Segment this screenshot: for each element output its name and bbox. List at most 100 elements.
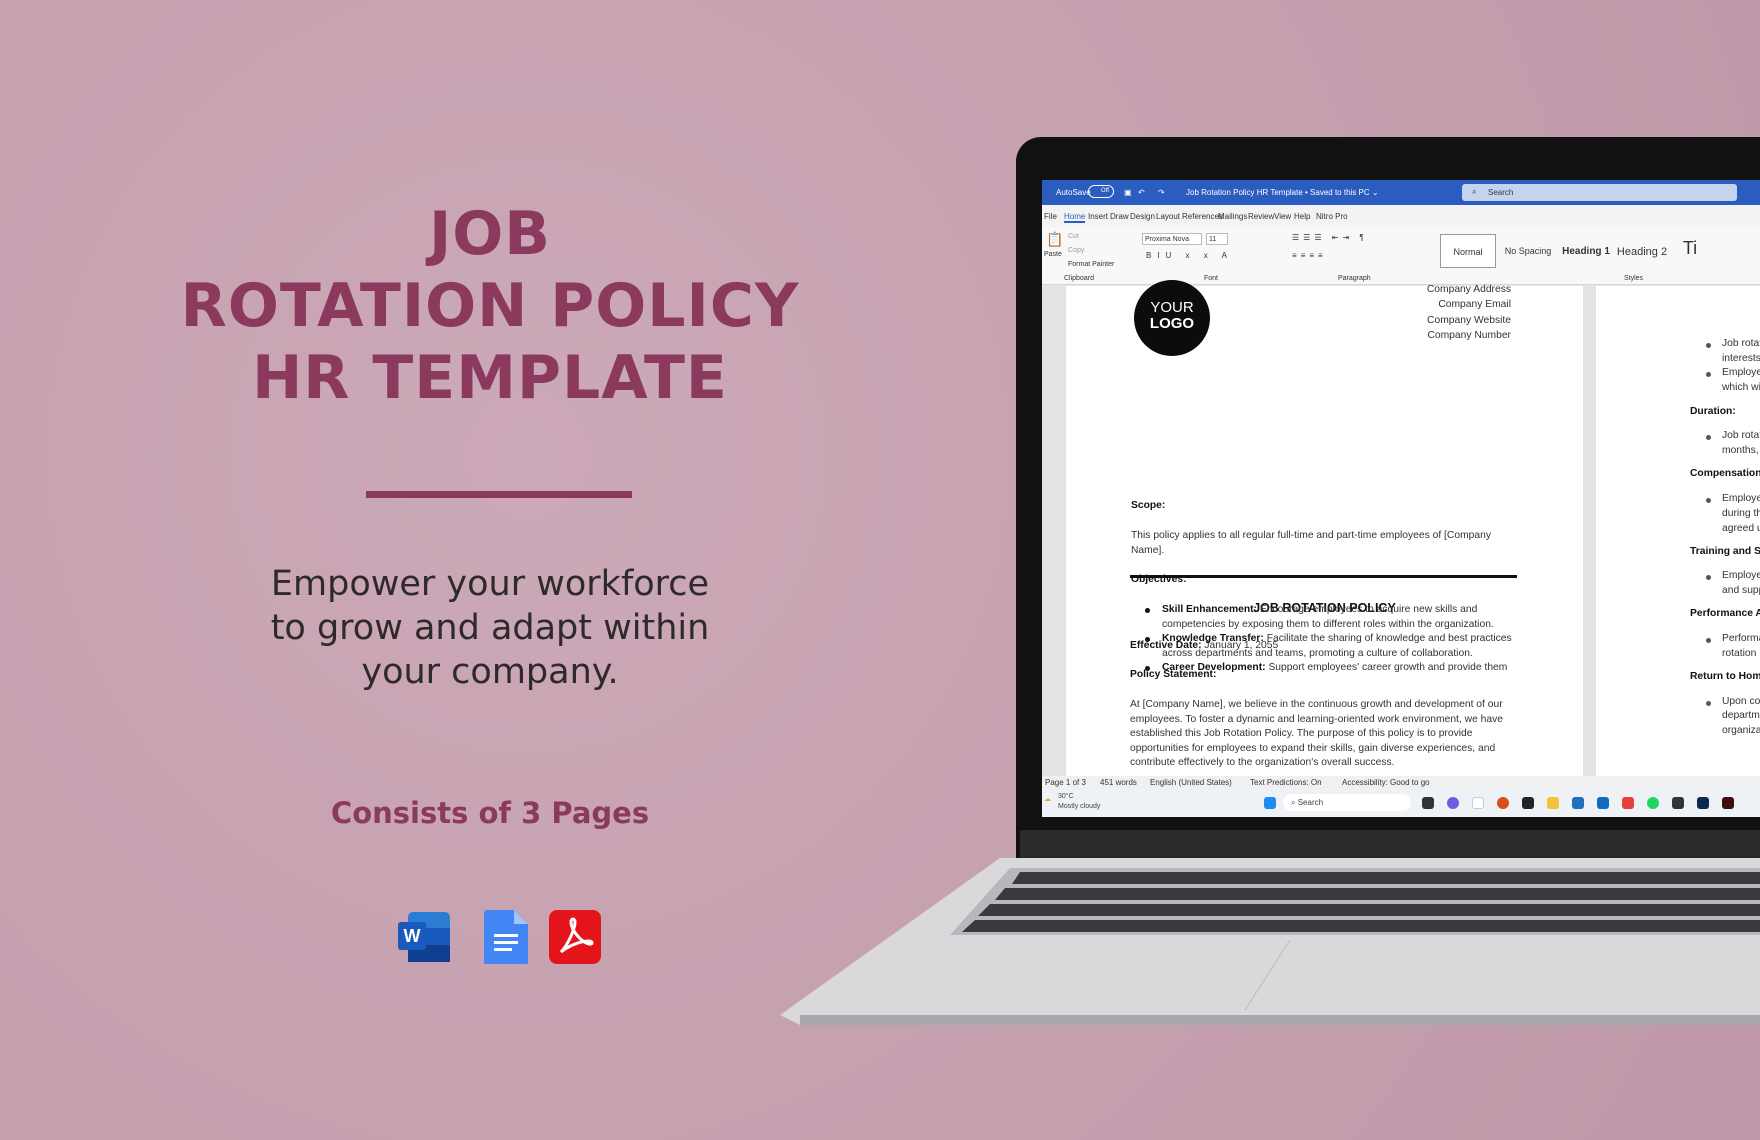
list-item-text: departm <box>1722 710 1760 722</box>
start-icon[interactable] <box>1264 797 1276 809</box>
spotify-icon[interactable] <box>1647 797 1659 809</box>
tab-layout[interactable]: Layout <box>1156 212 1180 221</box>
logo-text: LOGO <box>1149 315 1195 332</box>
font-name-select[interactable]: Proxima Nova <box>1142 233 1202 245</box>
notepad-icon[interactable] <box>1472 797 1484 809</box>
browser-icon[interactable] <box>1497 797 1509 809</box>
search-placeholder: Search <box>1488 188 1514 197</box>
accessibility-status[interactable]: Accessibility: Good to go <box>1342 778 1430 787</box>
laptop-hinge <box>1020 830 1760 860</box>
illustrator-icon[interactable] <box>1722 797 1734 809</box>
search-input[interactable]: ⌕ Search <box>1462 184 1737 201</box>
bullet-icon <box>1706 343 1711 348</box>
font-size-select[interactable]: 11 <box>1206 233 1228 245</box>
teams-icon[interactable] <box>1447 797 1459 809</box>
windows-taskbar: ☁ 30°C Mostly cloudy ⌕ Search <box>1042 789 1760 817</box>
tab-mailings[interactable]: Mailings <box>1218 212 1247 221</box>
undo-icon[interactable]: ↶ <box>1138 188 1145 197</box>
company-info: Company Address Company Email Company We… <box>1427 282 1511 343</box>
page-indicator[interactable]: Page 1 of 3 <box>1045 778 1086 787</box>
bullet-icon <box>1706 637 1711 643</box>
paste-icon[interactable]: 📋 <box>1046 231 1063 248</box>
style-title[interactable]: Ti <box>1670 234 1710 268</box>
clipboard-group-label: Clipboard <box>1064 275 1094 282</box>
item-text: Support employees' career growth and pro… <box>1265 662 1508 673</box>
tab-design[interactable]: Design <box>1130 212 1155 221</box>
font-group-label: Font <box>1204 275 1219 282</box>
tab-nitro-pro[interactable]: Nitro Pro <box>1316 212 1348 221</box>
list-item-text: interests <box>1722 352 1760 364</box>
style-heading-1[interactable]: Heading 1 <box>1558 234 1614 268</box>
company-number: Company Number <box>1427 329 1511 341</box>
copy-button[interactable]: Copy <box>1068 247 1084 254</box>
header-rule <box>1130 575 1517 578</box>
paragraph-line: established this Job Rotation Policy. Th… <box>1130 728 1473 739</box>
redo-icon[interactable]: ↷ <box>1158 188 1165 197</box>
tab-draw[interactable]: Draw <box>1110 212 1129 221</box>
search-icon: ⌕ <box>1291 798 1298 807</box>
bullet-icon <box>1145 666 1150 671</box>
language[interactable]: English (United States) <box>1150 778 1232 787</box>
section-heading: Training and Su <box>1690 545 1760 557</box>
company-address: Company Address <box>1426 284 1511 295</box>
scope-heading: Scope: <box>1131 500 1166 511</box>
sticky-notes-icon[interactable] <box>1672 797 1684 809</box>
list-item-text: and supp <box>1722 585 1760 597</box>
paste-button[interactable]: Paste <box>1044 251 1062 258</box>
style-no-spacing[interactable]: No Spacing <box>1500 234 1556 268</box>
weather-status[interactable]: Mostly cloudy <box>1058 803 1100 810</box>
list-buttons[interactable]: ☰☰☰ ⇤⇥ ¶ <box>1292 233 1368 242</box>
item-label: Career Development: <box>1162 662 1266 673</box>
font-format-buttons[interactable]: BIU x x A <box>1146 251 1233 260</box>
list-item-text: agreed u <box>1722 522 1760 534</box>
laptop-screen: AutoSave Off ▣ ↶ ↷ Job Rotation Policy H… <box>1042 180 1760 817</box>
anydesk-icon[interactable] <box>1622 797 1634 809</box>
photoshop-icon[interactable] <box>1697 797 1709 809</box>
company-email: Company Email <box>1438 299 1511 311</box>
format-painter-button[interactable]: Format Painter <box>1068 261 1114 268</box>
tab-help[interactable]: Help <box>1294 212 1310 221</box>
file-explorer-icon[interactable] <box>1547 797 1559 809</box>
tab-file[interactable]: File <box>1044 212 1057 221</box>
policy-paragraph: At [Company Name], we believe in the con… <box>1130 698 1503 771</box>
search-icon: ⌕ <box>1472 187 1477 196</box>
logo-text: YOUR <box>1150 299 1194 316</box>
list-item-text: rotation <box>1722 647 1757 659</box>
align-buttons[interactable]: ≡≡≡≡ <box>1292 251 1327 260</box>
save-icon[interactable]: ▣ <box>1124 188 1132 197</box>
tab-view[interactable]: View <box>1274 212 1291 221</box>
tab-references[interactable]: References <box>1182 212 1223 221</box>
word-count[interactable]: 451 words <box>1100 778 1137 787</box>
document-title[interactable]: Job Rotation Policy HR Template • Saved … <box>1186 188 1379 197</box>
bullet-icon <box>1706 700 1711 706</box>
app-icon[interactable] <box>1522 797 1534 809</box>
weather-icon: ☁ <box>1044 796 1051 803</box>
section-heading: Return to Hom <box>1690 671 1760 682</box>
word-title-bar: AutoSave Off ▣ ↶ ↷ Job Rotation Policy H… <box>1042 180 1760 205</box>
text-predictions[interactable]: Text Predictions: On <box>1250 778 1322 787</box>
tab-review[interactable]: Review <box>1248 212 1274 221</box>
weather-temp[interactable]: 30°C <box>1058 793 1074 800</box>
item-text: Encourage employees to acquire new skill… <box>1257 604 1478 615</box>
list-item: Knowledge Transfer: Facilitate the shari… <box>1131 632 1512 661</box>
scope-paragraph: This policy applies to all regular full-… <box>1131 529 1491 558</box>
tab-insert[interactable]: Insert <box>1088 212 1108 221</box>
store-icon[interactable] <box>1572 797 1584 809</box>
task-view-icon[interactable] <box>1422 797 1434 809</box>
autosave-toggle[interactable]: Off <box>1088 185 1114 198</box>
bullet-icon <box>1145 608 1150 613</box>
paragraph-line: opportunities for employees to expand th… <box>1130 742 1496 754</box>
style-normal[interactable]: Normal <box>1440 234 1496 268</box>
paragraph-line: contribute effectively to the organizati… <box>1130 757 1395 768</box>
styles-group-label: Styles <box>1624 275 1644 282</box>
list-item-text: which wi <box>1722 382 1760 394</box>
list-item: Career Development: Support employees' c… <box>1131 661 1512 676</box>
style-heading-2[interactable]: Heading 2 <box>1614 234 1670 268</box>
tab-home[interactable]: Home <box>1064 212 1086 223</box>
taskbar-search[interactable]: ⌕ Search <box>1283 794 1411 811</box>
list-item-text: Employe <box>1722 570 1760 582</box>
cut-button[interactable]: Cut <box>1068 233 1079 240</box>
outlook-icon[interactable] <box>1597 797 1609 809</box>
list-item-text: Upon co <box>1722 695 1760 707</box>
list-item-text: Employe <box>1722 492 1760 504</box>
